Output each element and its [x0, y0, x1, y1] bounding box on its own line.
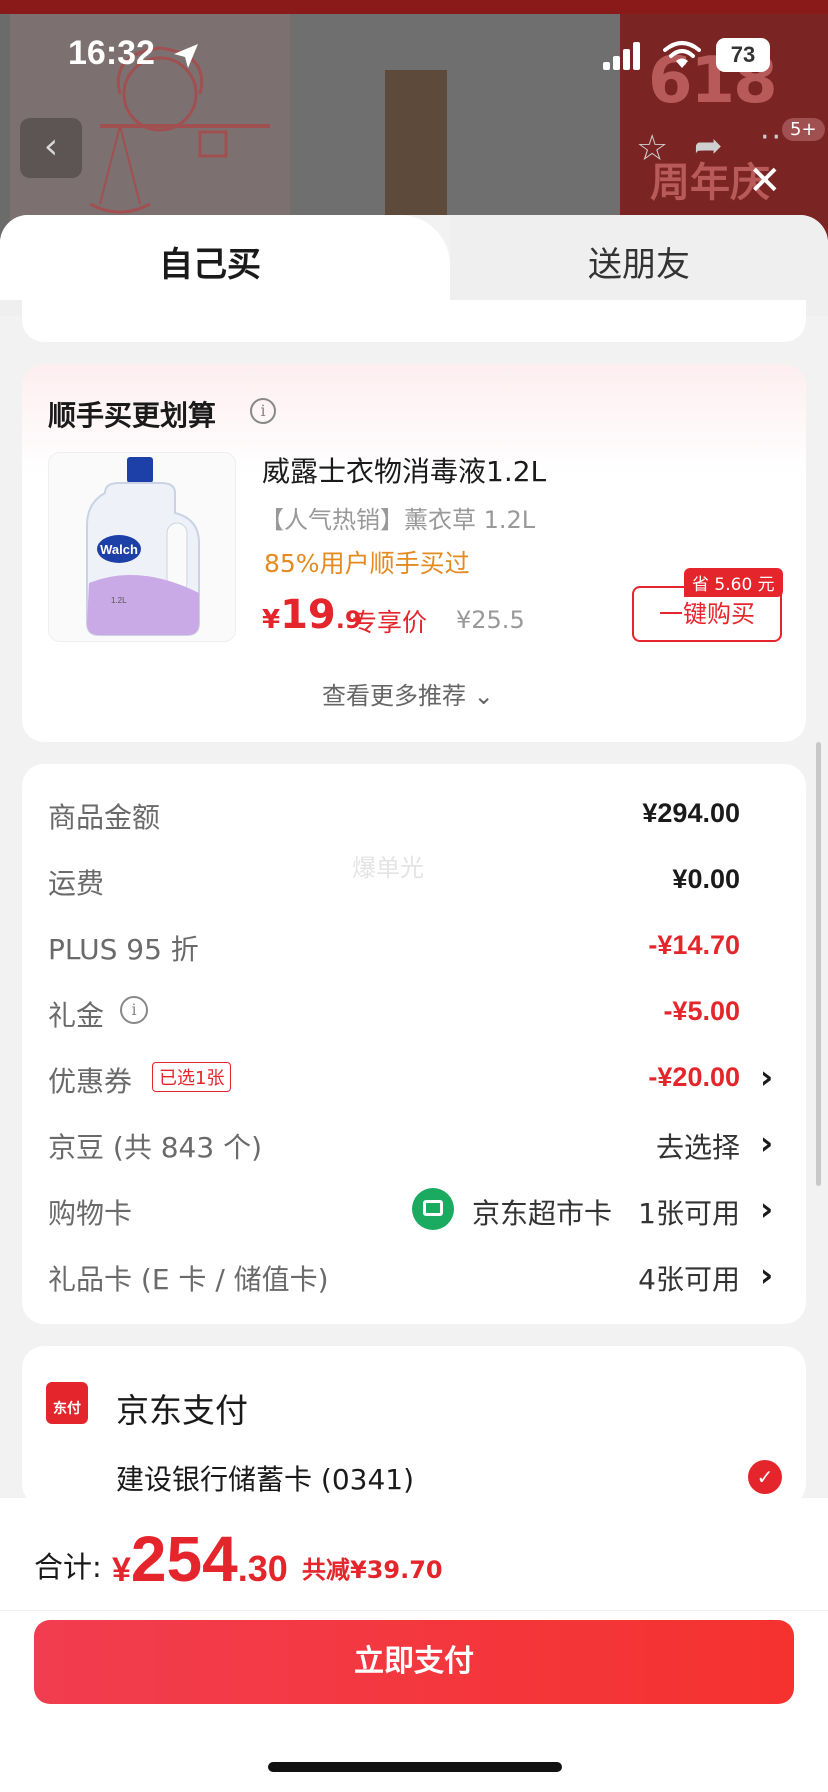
original-price: ¥25.5	[456, 606, 525, 634]
address-card-tail	[22, 300, 806, 342]
gift-money-info-icon[interactable]: i	[120, 996, 148, 1024]
home-indicator	[268, 1762, 562, 1772]
close-icon[interactable]: ✕	[748, 158, 782, 204]
gift-money-value: -¥5.00	[663, 996, 740, 1026]
plus-discount-value: -¥14.70	[648, 930, 740, 960]
payment-method-option[interactable]: 建设银行储蓄卡 (0341)	[116, 1458, 414, 1498]
chevron-left-icon: ‹	[43, 126, 59, 167]
total-saving: 共减¥39.70	[302, 1556, 443, 1584]
savings-badge: 省 5.60 元	[684, 568, 783, 597]
shipping-value: ¥0.00	[672, 864, 740, 894]
shipping-label: 运费	[48, 867, 105, 900]
favorite-star-icon[interactable]: ☆	[636, 128, 668, 169]
gift-money-label: 礼金	[48, 999, 105, 1032]
chevron-down-icon: ⌄	[473, 682, 494, 710]
total-label: 合计:	[34, 1550, 102, 1584]
product-subtitle: 【人气热销】薰衣草 1.2L	[260, 506, 536, 534]
product-image-brand: Walch	[100, 542, 138, 557]
total-amount: ¥254.30	[112, 1523, 288, 1595]
shopping-card-available[interactable]: 1张可用	[638, 1192, 740, 1232]
pay-now-button[interactable]: 立即支付	[34, 1620, 794, 1704]
recommendation-title: 顺手买更划算	[48, 399, 217, 432]
jd-pay-logo-icon: 东付	[46, 1382, 88, 1424]
gift-card-available[interactable]: 4张可用	[638, 1258, 740, 1298]
coupon-selected-badge: 已选1张	[152, 1062, 232, 1092]
plus-discount-label: PLUS 95 折	[48, 933, 199, 966]
jd-beans-label: 京豆 (共 843 个)	[48, 1131, 262, 1164]
jd-beans-chevron-icon[interactable]: ›	[760, 1124, 773, 1162]
coupon-value[interactable]: -¥20.00	[648, 1062, 740, 1093]
product-price: ¥19.9	[262, 592, 362, 638]
cellular-signal-icon	[603, 42, 640, 70]
payment-title: 京东支付	[116, 1391, 248, 1430]
subtotal-label: 商品金额	[48, 801, 161, 834]
jd-beans-select[interactable]: 去选择	[656, 1126, 740, 1166]
coupon-label: 优惠券	[48, 1065, 133, 1098]
gift-card-label: 礼品卡 (E 卡 / 储值卡)	[48, 1263, 329, 1296]
coupon-chevron-icon[interactable]: ›	[760, 1058, 773, 1096]
product-purchase-rate: 85%用户顺手买过	[264, 549, 470, 578]
location-arrow-icon	[174, 44, 198, 68]
message-count-badge: 5+	[782, 118, 825, 141]
back-button[interactable]: ‹	[20, 118, 82, 178]
watermark: 爆单光	[352, 854, 424, 882]
more-recommendations-link[interactable]: 查看更多推荐 ⌄	[322, 676, 494, 711]
subtotal-value: ¥294.00	[642, 798, 740, 828]
shopping-card-chevron-icon[interactable]: ›	[760, 1190, 773, 1228]
gift-card-chevron-icon[interactable]: ›	[760, 1256, 773, 1294]
supermarket-card-name[interactable]: 京东超市卡	[472, 1192, 612, 1232]
product-image[interactable]: Walch 1.2L	[48, 452, 236, 642]
battery-level: 73	[716, 38, 770, 72]
status-time: 16:32	[68, 34, 155, 72]
scrollbar[interactable]	[816, 742, 821, 1186]
info-icon[interactable]: i	[250, 398, 276, 424]
supermarket-card-icon	[412, 1188, 454, 1230]
wifi-icon	[663, 41, 701, 68]
share-icon[interactable]: ➦	[694, 126, 723, 166]
selected-check-icon[interactable]: ✓	[748, 1460, 782, 1494]
exclusive-price-tag: 专享价	[352, 608, 428, 637]
product-name[interactable]: 威露士衣物消毒液1.2L	[262, 450, 546, 490]
product-image-volume: 1.2L	[111, 596, 127, 605]
shopping-card-label: 购物卡	[48, 1197, 133, 1230]
